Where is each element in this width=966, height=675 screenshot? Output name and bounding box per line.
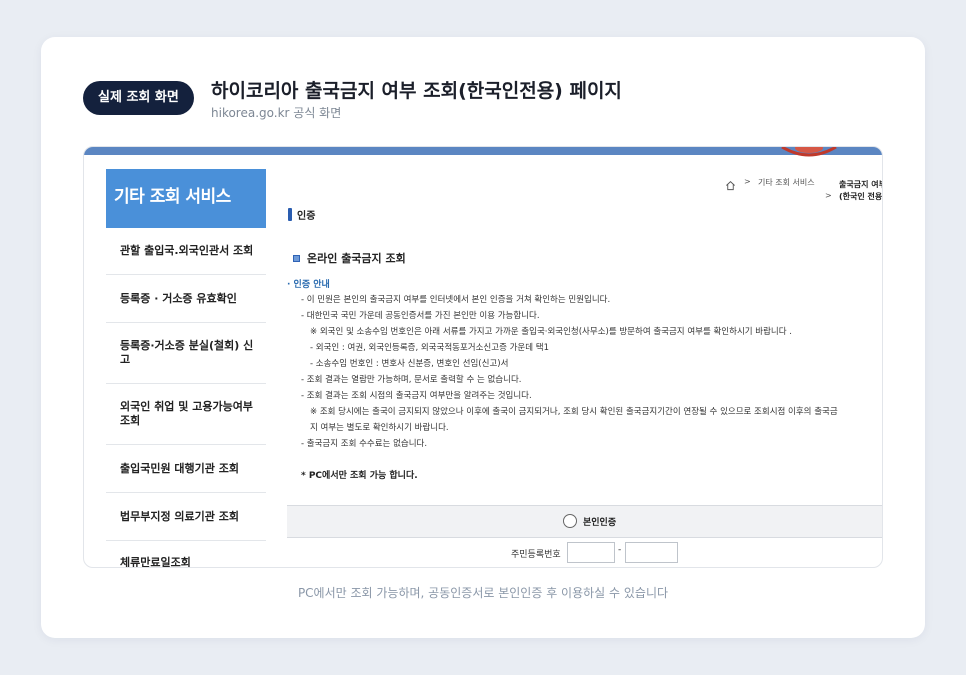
pc-only-note: * PC에서만 조회 가능 합니다.	[301, 471, 418, 481]
page-title: 하이코리아 출국금지 여부 조회(한국인전용) 페이지	[211, 80, 622, 102]
screenshot-frame: 기타 조회 서비스 관할 출입국.외국인관서 조회 등록증 · 거소증 유효확인…	[83, 146, 883, 568]
auth-option-row: 본인인증	[287, 505, 882, 538]
screen-badge: 실제 조회 화면	[83, 81, 194, 115]
sidebar-item-label: 법무부지정 의료기관 조회	[120, 509, 239, 523]
guide-line: - 조회 결과는 조회 시점의 출국금지 여부만을 알려주는 것입니다.	[301, 391, 532, 401]
sidebar-item-employment-check[interactable]: 외국인 취업 및 고용가능여부 조회	[106, 384, 266, 445]
sidebar-item-label: 체류만료일조회	[120, 556, 191, 568]
guide-line: - 외국인 : 여권, 외국인등록증, 외국국적동포거소신고증 가운데 택1	[310, 343, 549, 353]
guide-line: 지 여부는 별도로 확인하시기 바랍니다.	[310, 423, 449, 433]
breadcrumb-current-line: (한국인 전용)	[839, 192, 883, 201]
character-decoration-icon	[781, 147, 837, 157]
sidebar-item-office-lookup[interactable]: 관할 출입국.외국인관서 조회	[106, 228, 266, 275]
sidebar-item-medical-lookup[interactable]: 법무부지정 의료기관 조회	[106, 493, 266, 541]
sidebar-item-label: 등록증·거소증 분실(철회) 신고	[120, 339, 254, 366]
rrn-label: 주민등록번호	[511, 550, 561, 560]
breadcrumb-separator: >	[825, 191, 832, 200]
guide-line: - 대한민국 국민 가운데 공동인증서를 가진 본인만 이용 가능합니다.	[301, 311, 540, 321]
sidebar-item-label: 출입국민원 대행기관 조회	[120, 461, 239, 475]
sidebar-item-label: 외국인 취업 및 고용가능여부 조회	[120, 400, 253, 427]
sidebar-item-label: 관할 출입국.외국인관서 조회	[120, 244, 254, 258]
guide-line: ※ 조회 당시에는 출국이 금지되지 않았으나 이후에 출국이 금지되거나, 조…	[310, 407, 838, 417]
guide-title: · 인증 안내	[287, 280, 330, 290]
sidebar-title: 기타 조회 서비스	[106, 169, 266, 228]
home-icon[interactable]	[725, 180, 736, 191]
bullet-square-icon	[293, 255, 300, 262]
sidebar-item-card-loss-report[interactable]: 등록증·거소증 분실(철회) 신고	[106, 323, 266, 384]
content-card: 실제 조회 화면 하이코리아 출국금지 여부 조회(한국인전용) 페이지 hik…	[41, 37, 925, 638]
sidebar-item-label: 등록증 · 거소증 유효확인	[120, 291, 237, 305]
guide-line: - 조회 결과는 열람만 가능하며, 문서로 출력할 수 는 없습니다.	[301, 375, 522, 385]
rrn-first-input[interactable]	[567, 542, 615, 563]
breadcrumb-current-line: 출국금지 여부	[839, 180, 883, 189]
breadcrumb-current: 출국금지 여부 (한국인 전용)	[839, 179, 883, 203]
section-marker	[288, 208, 292, 221]
self-auth-radio[interactable]	[563, 514, 577, 528]
breadcrumb-separator: >	[744, 177, 751, 186]
guide-line: ※ 외국인 및 소송수임 번호인은 아래 서류를 가지고 가까운 출입국·외국인…	[310, 327, 792, 337]
bottom-caption: PC에서만 조회 가능하며, 공동인증서로 본인인증 후 이용하실 수 있습니다	[297, 586, 669, 600]
guide-line: - 소송수임 번호인 : 변호사 신분증, 변호인 선임(신고)서	[310, 359, 509, 369]
rrn-second-input[interactable]	[625, 542, 678, 563]
online-title: 온라인 출국금지 조회	[307, 252, 406, 265]
sidebar-item-agency-lookup[interactable]: 출입국민원 대행기관 조회	[106, 445, 266, 493]
rrn-dash: -	[618, 545, 622, 555]
sidebar-item-card-validity[interactable]: 등록증 · 거소증 유효확인	[106, 275, 266, 323]
guide-line: - 이 민원은 본인의 출국금지 여부를 인터넷에서 본인 인증을 거쳐 확인하…	[301, 295, 611, 305]
section-title: 인증	[297, 211, 316, 222]
sidebar-item-stay-expiry[interactable]: 체류만료일조회	[106, 541, 266, 568]
guide-line: - 출국금지 조회 수수료는 없습니다.	[301, 439, 428, 449]
self-auth-label: 본인인증	[583, 518, 617, 528]
breadcrumb-item[interactable]: 기타 조회 서비스	[758, 177, 815, 188]
top-bar	[84, 147, 882, 155]
page-subtitle: hikorea.go.kr 공식 화면	[211, 106, 342, 120]
